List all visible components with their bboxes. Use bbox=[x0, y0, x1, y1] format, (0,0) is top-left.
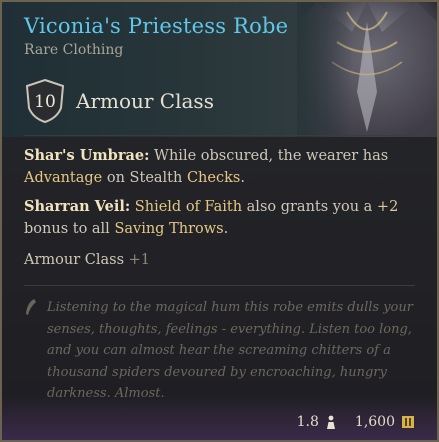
umbrae-title: Shar's Umbrae: bbox=[24, 147, 150, 164]
item-portrait bbox=[297, 2, 437, 137]
gold-coin-icon bbox=[402, 416, 414, 428]
saving-throws-link[interactable]: Saving Throws bbox=[114, 221, 223, 237]
shield-of-faith-link[interactable]: Shield of Faith bbox=[135, 199, 242, 215]
weight-value: 1.8 bbox=[296, 414, 319, 430]
lore-divider bbox=[24, 285, 415, 286]
veil-bonus: +2 bbox=[376, 199, 399, 215]
umbrae-text-2: on Stealth bbox=[102, 170, 187, 186]
veil-text-2: bonus to all bbox=[24, 221, 115, 237]
veil-text: also grants you a bbox=[242, 199, 377, 215]
weight-icon bbox=[326, 415, 335, 429]
header-divider bbox=[24, 135, 415, 136]
checks-link[interactable]: Checks bbox=[187, 170, 240, 186]
item-name: Viconia's Priestess Robe bbox=[24, 14, 289, 38]
umbrae-property: Shar's Umbrae: While obscured, the weare… bbox=[24, 145, 404, 189]
veil-property: Sharran Veil: Shield of Faith also grant… bbox=[24, 196, 404, 240]
footer-stats: 1.8 1,600 bbox=[297, 414, 415, 430]
umbrae-text: While obscured, the wearer has bbox=[149, 148, 389, 164]
ac-bonus-value: +1 bbox=[128, 252, 151, 268]
lore-text: Listening to the magical hum this robe e… bbox=[47, 300, 413, 401]
veil-text-3: . bbox=[223, 221, 229, 237]
umbrae-text-3: . bbox=[240, 170, 245, 186]
armour-class-bonus: Armour Class +1 bbox=[24, 249, 404, 271]
item-rarity: Rare Clothing bbox=[24, 42, 124, 58]
price-value: 1,600 bbox=[354, 414, 395, 430]
armour-class-label: Armour Class bbox=[76, 89, 214, 113]
quill-icon bbox=[26, 299, 36, 315]
item-tooltip: Viconia's Priestess Robe Rare Clothing 1… bbox=[0, 0, 439, 442]
tooltip-footer: 1.8 1,600 bbox=[2, 395, 437, 440]
advantage-link[interactable]: Advantage bbox=[24, 170, 102, 186]
armour-class-row: 10 Armour Class bbox=[24, 78, 214, 124]
veil-title: Sharran Veil: bbox=[24, 198, 131, 215]
shield-icon: 10 bbox=[25, 78, 65, 124]
armour-value: 10 bbox=[34, 92, 56, 112]
ac-bonus-label: Armour Class bbox=[24, 252, 125, 268]
